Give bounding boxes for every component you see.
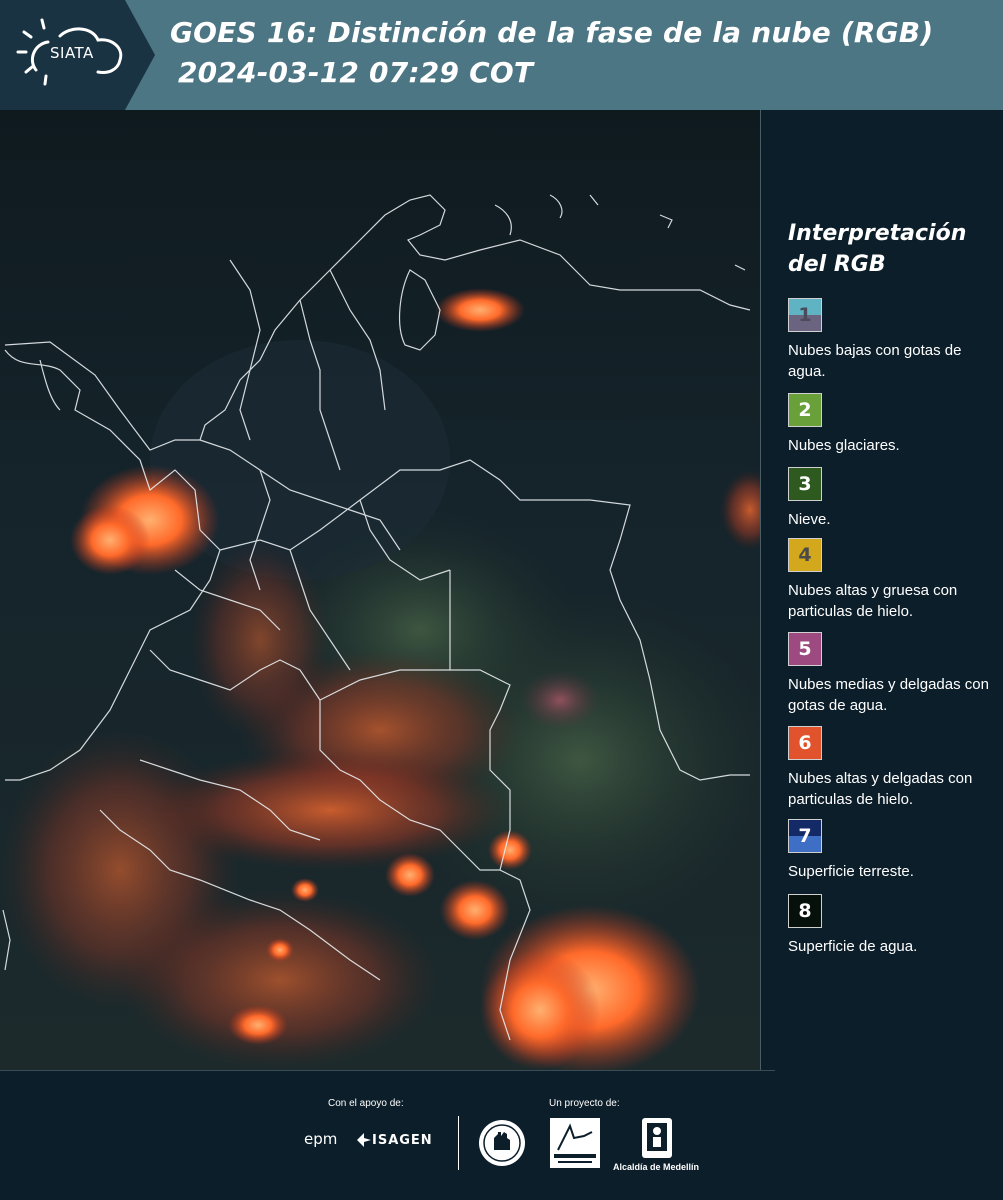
siata-logo: SIATA — [0, 0, 160, 110]
legend-item-6: 6 Nubes altas y delgadas con particulas … — [788, 726, 1003, 810]
legend-label-1: Nubes bajas con gotas de agua. — [788, 342, 962, 380]
legend-swatch-7: 7 — [788, 819, 822, 853]
legend-swatch-5: 5 — [788, 632, 822, 666]
legend-label-5: Nubes medias y delgadas con gotas de agu… — [788, 676, 989, 714]
isagen-logo: ISAGEN — [372, 1133, 433, 1148]
isagen-logo-icon — [357, 1133, 371, 1147]
legend-swatch-4: 4 — [788, 538, 822, 572]
legend-swatch-2: 2 — [788, 393, 822, 427]
legend-item-8: 8 Superficie de agua. — [788, 894, 1003, 957]
legend-label-3: Nieve. — [788, 511, 831, 528]
legend-item-3: 3 Nieve. — [788, 467, 1003, 530]
legend-item-4: 4 Nubes altas y gruesa con particulas de… — [788, 538, 1003, 622]
epm-logo: epm — [304, 1130, 338, 1148]
seal-logo-icon — [479, 1120, 525, 1166]
legend-item-2: 2 Nubes glaciares. — [788, 393, 1003, 456]
support-label: Con el apoyo de: — [328, 1098, 404, 1109]
legend-title: Interpretación del RGB — [788, 221, 967, 277]
legend-panel: Interpretación del RGB 1 Nubes bajas con… — [770, 110, 1003, 1070]
legend-swatch-8: 8 — [788, 894, 822, 928]
page-title: GOES 16: Distinción de la fase de la nub… — [170, 16, 934, 49]
project-label: Un proyecto de: — [549, 1098, 620, 1109]
footer-divider — [0, 1070, 775, 1071]
legend-number-8: 8 — [798, 900, 812, 922]
legend-item-7: 7 Superficie terreste. — [788, 819, 1003, 882]
timestamp: 2024-03-12 07:29 COT — [178, 56, 534, 89]
legend-number-6: 6 — [798, 732, 812, 754]
legend-label-6: Nubes altas y delgadas con particulas de… — [788, 770, 973, 808]
legend-item-1: 1 Nubes bajas con gotas de agua. — [788, 298, 1003, 382]
legend-number-7: 7 — [798, 825, 812, 847]
legend-swatch-6: 6 — [788, 726, 822, 760]
legend-number-4: 4 — [798, 544, 812, 566]
legend-number-3: 3 — [798, 473, 812, 495]
area-metropolitana-logo — [550, 1118, 600, 1168]
legend-swatch-1: 1 — [788, 298, 822, 332]
alcaldia-medellin-text: Alcaldía de Medellín — [613, 1162, 700, 1172]
header-banner: SIATA GOES 16: Distinción de la fase de … — [0, 0, 1003, 110]
siata-logo-text: SIATA — [50, 44, 94, 62]
legend-swatch-3: 3 — [788, 467, 822, 501]
footer: Con el apoyo de: Un proyecto de: epm ISA… — [0, 1070, 1003, 1200]
legend-number-1: 1 — [798, 304, 812, 326]
legend-number-2: 2 — [798, 399, 812, 421]
legend-label-8: Superficie de agua. — [788, 938, 918, 955]
legend-item-5: 5 Nubes medias y delgadas con gotas de a… — [788, 632, 1003, 716]
legend-label-4: Nubes altas y gruesa con particulas de h… — [788, 582, 958, 620]
logo-separator — [458, 1116, 459, 1170]
alcaldia-medellin-logo — [642, 1118, 672, 1158]
legend-label-7: Superficie terreste. — [788, 863, 914, 880]
legend-label-2: Nubes glaciares. — [788, 437, 900, 454]
legend-number-5: 5 — [798, 638, 812, 660]
satellite-image — [0, 110, 761, 1070]
